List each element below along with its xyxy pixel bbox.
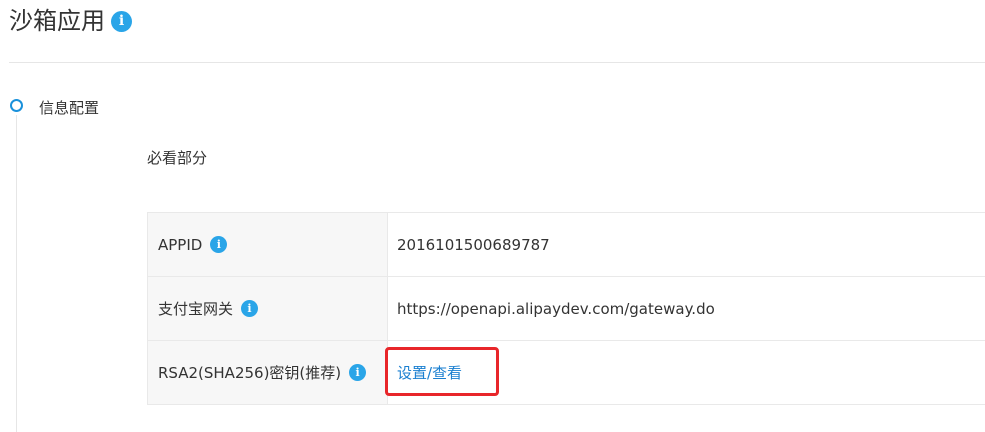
info-icon[interactable]: i xyxy=(210,236,228,253)
page-title-text: 沙箱应用 xyxy=(9,7,105,35)
section-label-required: 必看部分 xyxy=(147,149,208,167)
config-table: APPID i 2016101500689787 支付宝网关 i https:/… xyxy=(147,212,985,405)
step-circle-icon xyxy=(10,99,23,112)
row-key-label: 支付宝网关 xyxy=(158,300,234,318)
sandbox-app-page: 沙箱应用 i 信息配置 必看部分 APPID i 201610150068978… xyxy=(0,0,985,432)
info-icon[interactable]: i xyxy=(349,364,367,381)
info-icon[interactable]: i xyxy=(241,300,259,317)
row-key-label: RSA2(SHA256)密钥(推荐) xyxy=(158,364,342,382)
title-divider xyxy=(9,62,985,63)
table-row: RSA2(SHA256)密钥(推荐) i 设置/查看 xyxy=(148,341,985,405)
row-value-appid: 2016101500689787 xyxy=(397,235,550,254)
info-icon[interactable]: i xyxy=(111,10,132,32)
step-connector-line xyxy=(16,115,17,432)
row-value-rsa2: 设置/查看 xyxy=(385,341,985,404)
row-key-rsa2: RSA2(SHA256)密钥(推荐) i xyxy=(148,341,388,404)
row-key-appid: APPID i xyxy=(148,213,388,276)
table-row: APPID i 2016101500689787 xyxy=(148,213,985,277)
table-row: 支付宝网关 i https://openapi.alipaydev.com/ga… xyxy=(148,277,985,341)
highlight-annotation-box xyxy=(385,347,499,396)
row-key-gateway: 支付宝网关 i xyxy=(148,277,388,340)
step-label-info-config: 信息配置 xyxy=(39,99,100,117)
row-key-label: APPID xyxy=(158,235,203,254)
row-value-gateway: https://openapi.alipaydev.com/gateway.do xyxy=(397,299,715,318)
page-title: 沙箱应用 i xyxy=(9,4,132,38)
